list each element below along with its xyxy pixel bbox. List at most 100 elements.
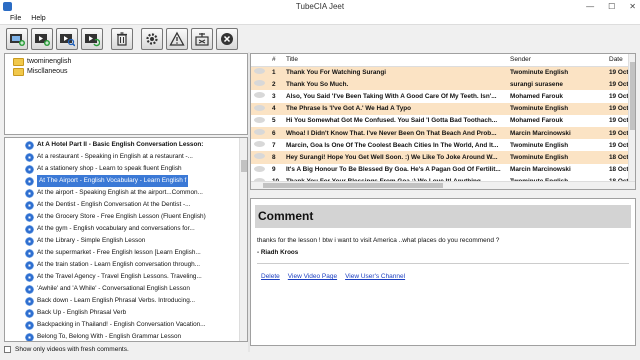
comment-bubble-icon [254, 116, 265, 123]
row-number: 5 [272, 117, 276, 125]
comments-grid: # Title Sender Date 1 Thank You For Watch… [250, 53, 636, 190]
maximize-button[interactable]: ☐ [608, 0, 615, 13]
video-title: Back Up - English Phrasal Verb [37, 309, 127, 316]
col-sender-header[interactable]: Sender [507, 54, 606, 67]
video-list-item[interactable]: Back down - Learn English Phrasal Verbs.… [5, 295, 247, 307]
video-list-item[interactable]: At the airport - Speaking English at the… [5, 187, 247, 199]
row-sender: Mohamed Farouk [510, 117, 563, 125]
toolbar [0, 26, 640, 52]
app-window: TubeCIA Jeet — ☐ ✕ File Help twominengli… [0, 0, 640, 360]
grid-scrollbar[interactable] [628, 54, 635, 181]
video-list-item[interactable]: Backpacking in Thailand! - English Conve… [5, 319, 247, 331]
row-number: 9 [272, 166, 276, 174]
row-sender: Twominute English [510, 141, 569, 149]
menu-help[interactable]: Help [31, 13, 45, 24]
settings-button[interactable] [141, 28, 163, 50]
row-sender: Marcin Marcinowski [507, 126, 606, 140]
video-title: At the airport - Speaking English at the… [37, 189, 203, 196]
row-number: 7 [272, 141, 276, 149]
video-list-item[interactable]: Back Up - English Phrasal Verb [5, 307, 247, 319]
delete-link[interactable]: Delete [261, 273, 280, 280]
comment-bubble-icon [254, 68, 265, 75]
table-row[interactable]: 3 Also, You Said 'I've Been Taking With A… [251, 90, 635, 102]
comments-table: # Title Sender Date 1 Thank You For Watch… [251, 54, 635, 188]
delete-button[interactable] [111, 28, 133, 50]
video-title: At the train station - Learn English con… [37, 261, 201, 268]
add-channel-button[interactable] [6, 28, 28, 50]
table-row[interactable]: 2 Thank You So Much. surangi surasene 19 Oc… [251, 78, 635, 91]
video-title: Back down - Learn English Phrasal Verbs.… [37, 297, 196, 304]
video-title: At the gym - English vocabulary and conv… [37, 225, 195, 232]
add-video-button[interactable] [31, 28, 53, 50]
comment-bubble-icon [254, 104, 265, 111]
col-icon-header[interactable] [251, 54, 269, 67]
video-disc-icon [25, 200, 34, 210]
header-row: # Title Sender Date [251, 54, 635, 67]
view-user-channel-link[interactable]: View User's Channel [345, 273, 405, 280]
table-row[interactable]: 9 It's A Big Honour To Be Blessed By Goa.… [251, 164, 635, 176]
video-list-item[interactable]: At the supermarket - Free English lesson… [5, 247, 247, 259]
scroll-thumb[interactable] [241, 160, 247, 172]
minimize-button[interactable]: — [586, 0, 594, 13]
table-row[interactable]: 1 Thank You For Watching Surangi Twominute… [251, 66, 635, 79]
search-button[interactable] [56, 28, 78, 50]
clear-icon [195, 33, 209, 46]
row-number: 2 [269, 78, 283, 91]
video-title: Belong To, Belong With - English Grammar… [37, 333, 182, 340]
hscroll-thumb[interactable] [263, 183, 443, 188]
video-title: At the Dentist - English Conversation At… [37, 201, 191, 208]
video-list-item[interactable]: At The Airport - English Vocabulary - Le… [5, 175, 247, 187]
video-disc-icon [25, 152, 34, 162]
video-list-item[interactable]: 'Awhile' and 'A While' - Conversational … [5, 283, 247, 295]
table-row[interactable]: 5 Hi You Somewhat Got Me Confused. You Sa… [251, 115, 635, 127]
fresh-comments-checkbox[interactable] [4, 345, 11, 353]
video-title: At the Grocery Store - Free English Less… [37, 213, 206, 220]
row-icon-cell [251, 90, 269, 102]
folder-icon [13, 58, 24, 66]
view-video-page-link[interactable]: View Video Page [288, 273, 337, 280]
video-title: Backpacking in Thailand! - English Conve… [37, 321, 206, 328]
video-list-item[interactable]: At a restaurant - Speaking in English at… [5, 151, 247, 163]
video-disc-icon [25, 332, 34, 341]
video-list-item[interactable]: At a stationery shop - Learn to speak fl… [5, 163, 247, 175]
row-title: Marcin, Goa Is One Of The Coolest Beach … [286, 141, 499, 149]
video-list-item[interactable]: At the train station - Learn English con… [5, 259, 247, 271]
video-list-item[interactable]: At the Dentist - English Conversation At… [5, 199, 247, 211]
video-title: At a stationery shop - Learn to speak fl… [37, 165, 182, 172]
video-disc-icon [25, 164, 34, 174]
table-row[interactable]: 4 The Phrase Is 'I've Got A.' We Had A Ty… [251, 102, 635, 115]
video-list-item[interactable]: At the Travel Agency - Travel English Le… [5, 271, 247, 283]
row-sender: Marcin Marcinowski [510, 166, 571, 174]
close-window-button[interactable]: ✕ [629, 0, 636, 13]
folder-item[interactable]: twominenglish [5, 57, 247, 67]
row-sender: Twominute English [507, 66, 606, 79]
app-icon [3, 2, 12, 11]
row-icon-cell [251, 115, 269, 127]
row-number: 6 [269, 126, 283, 140]
video-disc-icon [25, 212, 34, 222]
row-title: Thank You So Much. [283, 78, 507, 91]
clear-button[interactable] [191, 28, 213, 50]
video-list-item[interactable]: At A Hotel Part II - Basic English Conve… [5, 139, 247, 151]
refresh-button[interactable] [81, 28, 103, 50]
col-number-header[interactable]: # [269, 54, 283, 67]
video-title: At the Library - Simple English Lesson [37, 237, 146, 244]
close-button[interactable] [216, 28, 238, 50]
film-search-icon [60, 34, 75, 47]
row-icon-cell [251, 139, 269, 151]
table-row[interactable]: 7 Marcin, Goa Is One Of The Coolest Beach… [251, 139, 635, 151]
video-list-scrollbar[interactable] [239, 138, 247, 341]
video-list-item[interactable]: At the Library - Simple English Lesson [5, 235, 247, 247]
video-list-item[interactable]: Belong To, Belong With - English Grammar… [5, 331, 247, 341]
folder-item[interactable]: Miscllaneous [5, 67, 247, 77]
video-list-item[interactable]: At the gym - English vocabulary and conv… [5, 223, 247, 235]
menu-file[interactable]: File [10, 13, 21, 24]
warning-button[interactable] [166, 28, 188, 50]
grid-hscrollbar[interactable] [251, 181, 635, 189]
col-title-header[interactable]: Title [283, 54, 507, 67]
table-row[interactable]: 8 Hey Surangi! Hope You Get Well Soon. :)… [251, 151, 635, 164]
video-list: At A Hotel Part II - Basic English Conve… [4, 137, 248, 342]
row-sender: surangi surasene [507, 78, 606, 91]
video-list-item[interactable]: At the Grocery Store - Free English Less… [5, 211, 247, 223]
table-row[interactable]: 6 Whoa! I Didn't Know That. I've Never Be… [251, 126, 635, 140]
